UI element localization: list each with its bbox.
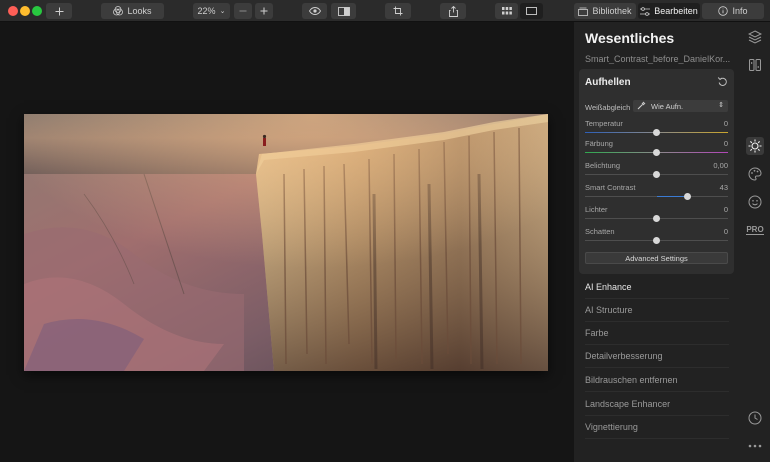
eye-icon — [308, 7, 321, 15]
maximize-window-button[interactable] — [32, 6, 42, 16]
pro-badge[interactable]: PRO — [746, 221, 764, 239]
plus-icon — [260, 7, 268, 15]
slider-knob[interactable] — [653, 237, 660, 244]
slider-belichtung[interactable]: Belichtung 0,00 — [585, 161, 728, 181]
photo-preview[interactable] — [24, 114, 548, 371]
slider-label: Lichter — [585, 205, 608, 214]
crop-button[interactable] — [385, 3, 411, 19]
slider-label: Temperatur — [585, 119, 623, 128]
preview-eye-button[interactable] — [302, 3, 327, 19]
chevron-updown-icon: ⇕ — [718, 102, 724, 109]
advanced-settings-button[interactable]: Advanced Settings — [585, 252, 728, 264]
zoom-value: 22% — [197, 6, 216, 16]
tab-bearbeiten[interactable]: Bearbeiten — [638, 3, 700, 19]
looks-icon — [113, 6, 124, 16]
image-canvas[interactable] — [0, 22, 574, 462]
compare-button[interactable] — [331, 3, 356, 19]
minimize-window-button[interactable] — [20, 6, 30, 16]
looks-button[interactable]: Looks — [101, 3, 164, 19]
slider-label: Smart Contrast — [585, 183, 636, 192]
panel-title: Wesentliches — [585, 30, 675, 46]
layers-icon[interactable] — [746, 28, 764, 46]
compare-icon — [337, 6, 350, 16]
palette-icon[interactable] — [746, 165, 764, 183]
slider-value: 0 — [723, 139, 728, 148]
slider-temperatur[interactable]: Temperatur 0 — [585, 119, 728, 139]
grid-view-button[interactable] — [495, 3, 518, 19]
white-balance-label: Weißabgleich — [585, 103, 631, 112]
single-view-button[interactable] — [520, 3, 543, 19]
pro-label: PRO — [746, 225, 764, 235]
slider-track[interactable] — [585, 196, 728, 197]
single-image-icon — [526, 7, 537, 15]
toolbar: Looks 22% ⌄ Bibliothek Bearbeiten Info — [0, 0, 770, 22]
slider-label: Färbung — [585, 139, 613, 148]
slider-label: Schatten — [585, 227, 615, 236]
history-icon[interactable] — [746, 409, 764, 427]
plus-icon — [55, 7, 63, 15]
slider-schatten[interactable]: Schatten 0 — [585, 227, 728, 247]
tool-ai-structure[interactable]: AI Structure — [585, 299, 729, 322]
slider-value: 0 — [723, 227, 728, 236]
chevron-down-icon: ⌄ — [219, 8, 226, 15]
tab-bibliothek[interactable]: Bibliothek — [574, 3, 636, 19]
tool-detailverbesserung[interactable]: Detailverbesserung — [585, 345, 729, 368]
slider-knob[interactable] — [653, 171, 660, 178]
library-icon — [578, 7, 589, 16]
info-icon — [718, 6, 729, 16]
aufhellen-card: Aufhellen Weißabgleich Wie Aufn. ⇕ Tempe… — [579, 69, 734, 274]
file-name: Smart_Contrast_before_DanielKor... — [585, 54, 731, 64]
eyedropper-icon[interactable] — [636, 101, 646, 111]
share-button[interactable] — [440, 3, 466, 19]
edit-panel: Wesentliches Smart_Contrast_before_Danie… — [574, 22, 740, 462]
slider-label: Belichtung — [585, 161, 621, 170]
minus-icon — [239, 10, 247, 12]
slider-faerbung[interactable]: Färbung 0 — [585, 139, 728, 159]
card-title: Aufhellen — [585, 77, 631, 88]
crop-icon — [393, 6, 403, 16]
more-icon[interactable] — [746, 437, 764, 455]
slider-fill — [656, 196, 688, 197]
zoom-dropdown[interactable]: 22% ⌄ — [193, 3, 230, 19]
tool-landscape-enhancer[interactable]: Landscape Enhancer — [585, 393, 729, 416]
info-label: Info — [732, 6, 748, 16]
looks-label: Looks — [127, 6, 152, 16]
white-balance-dropdown[interactable]: Wie Aufn. ⇕ — [633, 100, 728, 112]
slider-knob[interactable] — [683, 193, 691, 200]
grid-icon — [501, 7, 512, 15]
sliders-icon — [640, 6, 651, 16]
slider-knob[interactable] — [653, 149, 660, 156]
zoom-out-button[interactable] — [234, 3, 252, 19]
bearbeiten-label: Bearbeiten — [654, 6, 698, 16]
slider-knob[interactable] — [653, 129, 660, 136]
slider-value: 43 — [719, 183, 728, 192]
tool-ai-enhance[interactable]: AI Enhance — [585, 276, 729, 299]
close-window-button[interactable] — [8, 6, 18, 16]
face-icon[interactable] — [746, 193, 764, 211]
tool-farbe[interactable]: Farbe — [585, 322, 729, 345]
presets-icon[interactable] — [746, 56, 764, 74]
add-button[interactable] — [46, 3, 72, 19]
tab-info[interactable]: Info — [702, 3, 764, 19]
bibliothek-label: Bibliothek — [592, 6, 632, 16]
white-balance-value: Wie Aufn. — [651, 101, 684, 111]
slider-value: 0 — [723, 119, 728, 128]
zoom-in-button[interactable] — [255, 3, 273, 19]
slider-smart-contrast[interactable]: Smart Contrast 43 — [585, 183, 728, 203]
slider-value: 0,00 — [713, 161, 728, 170]
reset-icon[interactable] — [717, 76, 728, 87]
sun-icon[interactable] — [746, 137, 764, 155]
tool-category-bar: PRO — [740, 22, 770, 462]
tool-vignettierung[interactable]: Vignettierung — [585, 416, 729, 439]
slider-lichter[interactable]: Lichter 0 — [585, 205, 728, 225]
slider-value: 0 — [723, 205, 728, 214]
slider-knob[interactable] — [653, 215, 660, 222]
tool-bildrauschen[interactable]: Bildrauschen entfernen — [585, 369, 729, 392]
share-icon — [448, 5, 458, 17]
